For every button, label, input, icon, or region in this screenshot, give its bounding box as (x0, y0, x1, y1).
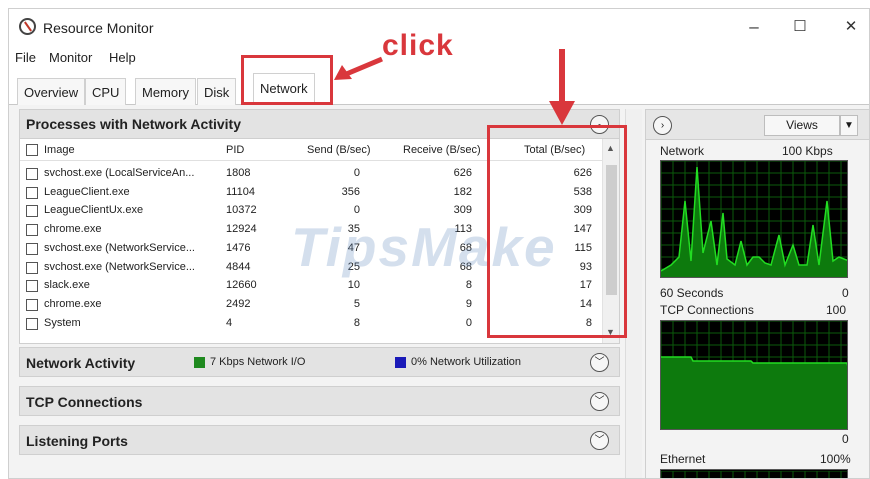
cell-receive: 182 (453, 185, 472, 198)
cell-image: slack.exe (44, 279, 90, 292)
network-utilization-label: 0% Network Utilization (411, 356, 522, 368)
tcp-graph-max: 100 (826, 303, 847, 317)
network-graph (660, 160, 848, 278)
tcp-graph-label: TCP Connections (660, 303, 754, 317)
column-send[interactable]: Send (B/sec) (307, 144, 371, 156)
cell-pid: 11104 (226, 185, 255, 198)
cell-send: 10 (347, 279, 360, 292)
row-checkbox[interactable] (26, 205, 38, 218)
network-activity-title: Network Activity (26, 355, 136, 371)
network-activity-panel-header[interactable]: Network Activity 7 Kbps Network I/O 0% N… (19, 347, 620, 377)
cell-pid: 10372 (226, 204, 257, 217)
views-button[interactable]: Views (764, 115, 840, 136)
cell-image: svchost.exe (NetworkService... (44, 241, 195, 254)
network-io-legend-icon (194, 357, 205, 368)
expand-chevron-icon[interactable]: ﹀ (590, 431, 609, 450)
cell-pid: 4844 (226, 260, 251, 273)
tab-overview[interactable]: Overview (17, 78, 86, 105)
cell-image: svchost.exe (NetworkService... (44, 260, 195, 273)
resource-monitor-window: Resource Monitor – ☐ ✕ File Monitor Help… (8, 8, 870, 479)
cell-receive: 8 (465, 279, 472, 292)
row-checkbox[interactable] (26, 242, 38, 255)
row-checkbox[interactable] (26, 298, 38, 311)
column-pid[interactable]: PID (226, 144, 244, 156)
maximize-button[interactable]: ☐ (785, 17, 815, 37)
ethernet-graph-plot (661, 470, 847, 478)
network-graph-min: 0 (842, 286, 849, 300)
cell-image: chrome.exe (44, 223, 102, 236)
tab-bar: Overview CPU Memory Disk Network (9, 69, 869, 105)
listening-ports-panel-header[interactable]: Listening Ports ﹀ (19, 425, 620, 455)
menu-monitor[interactable]: Monitor (49, 50, 92, 65)
cell-pid: 4 (226, 316, 233, 329)
cell-receive: 0 (465, 316, 472, 329)
ethernet-graph-label: Ethernet (660, 452, 706, 466)
row-checkbox[interactable] (26, 261, 38, 274)
views-dropdown-icon[interactable]: ▼ (840, 115, 858, 136)
column-image[interactable]: Image (44, 144, 75, 156)
cell-send: 8 (353, 316, 360, 329)
tcp-connections-panel-header[interactable]: TCP Connections ﹀ (19, 386, 620, 416)
expand-chevron-icon[interactable]: ﹀ (590, 353, 609, 372)
graphs-toolbar: › Views ▼ (646, 110, 869, 140)
listening-ports-title: Listening Ports (26, 433, 128, 449)
tab-cpu[interactable]: CPU (85, 78, 127, 105)
row-checkbox[interactable] (26, 280, 38, 293)
network-graph-plot (661, 161, 847, 277)
cell-image: chrome.exe (44, 297, 102, 310)
select-all-checkbox[interactable] (26, 144, 38, 156)
cell-pid: 2492 (226, 297, 251, 310)
cell-pid: 1808 (226, 167, 251, 179)
network-graph-label: Network (660, 144, 705, 158)
resource-monitor-icon (19, 18, 36, 35)
cell-image: LeagueClient.exe (44, 185, 130, 198)
network-io-label: 7 Kbps Network I/O (210, 356, 306, 368)
arrow-down-icon (549, 49, 575, 125)
cell-image: LeagueClientUx.exe (44, 204, 144, 217)
network-graph-time: 60 Seconds (660, 286, 724, 300)
click-annotation: click (382, 29, 454, 62)
expand-chevron-icon[interactable]: ﹀ (590, 392, 609, 411)
arrow-left-icon (334, 56, 383, 80)
network-utilization-legend-icon (395, 357, 406, 368)
ethernet-graph (660, 469, 848, 478)
cell-pid: 1476 (226, 241, 251, 254)
menu-file[interactable]: File (15, 50, 36, 65)
tab-disk[interactable]: Disk (197, 78, 237, 105)
tcp-graph-min: 0 (842, 432, 849, 446)
cell-send: 356 (341, 185, 360, 198)
tcp-graph-plot (661, 321, 847, 429)
cell-receive: 626 (453, 167, 472, 179)
row-checkbox[interactable] (26, 168, 38, 180)
cell-pid: 12660 (226, 279, 257, 292)
cell-send: 0 (353, 167, 360, 179)
row-checkbox[interactable] (26, 186, 38, 199)
minimize-button[interactable]: – (739, 17, 769, 37)
network-tab-highlight (241, 55, 333, 105)
processes-panel-title: Processes with Network Activity (26, 116, 242, 132)
main-scrollbar[interactable] (625, 109, 642, 478)
menu-help[interactable]: Help (109, 50, 136, 65)
cell-image: svchost.exe (LocalServiceAn... (44, 167, 195, 179)
ethernet-graph-max: 100% (820, 452, 851, 466)
close-button[interactable]: ✕ (836, 17, 866, 37)
cell-send: 5 (353, 297, 360, 310)
total-column-highlight (487, 125, 627, 338)
network-graph-max: 100 Kbps (782, 144, 833, 158)
row-checkbox[interactable] (26, 224, 38, 237)
tcp-graph (660, 320, 848, 430)
cell-receive: 9 (465, 297, 472, 310)
tab-memory[interactable]: Memory (135, 78, 196, 105)
cell-image: System (44, 316, 81, 329)
row-checkbox[interactable] (26, 317, 38, 330)
tcp-connections-title: TCP Connections (26, 394, 143, 410)
tcp-graph-area (661, 357, 847, 429)
expand-panel-icon[interactable]: › (653, 116, 672, 135)
graphs-panel: › Views ▼ Network 100 Kbps 60 Seconds 0 … (645, 109, 869, 478)
cell-pid: 12924 (226, 223, 257, 236)
column-receive[interactable]: Receive (B/sec) (403, 144, 481, 156)
window-title: Resource Monitor (43, 20, 154, 36)
